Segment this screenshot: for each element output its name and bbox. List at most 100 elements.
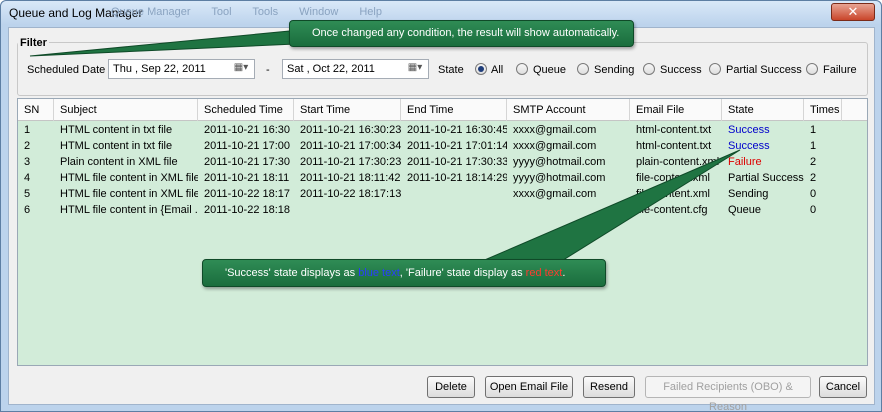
- table-row[interactable]: 4 HTML file content in XML file 2011-10-21…: [18, 171, 867, 187]
- cell-smtp-account: xxxx@gmail.com: [513, 140, 597, 152]
- cell-smtp-account: yyyy@hotmail.com: [513, 172, 606, 184]
- column-header-subject[interactable]: Subject: [54, 99, 198, 121]
- table-row[interactable]: 1 HTML content in txt file 2011-10-21 16:3…: [18, 123, 867, 139]
- cell-subject: HTML content in txt file: [60, 140, 173, 152]
- column-header-email-file[interactable]: Email File: [630, 99, 722, 121]
- ghost-menu-item: Tool: [211, 6, 232, 18]
- ghost-menu-item: Help: [359, 6, 382, 18]
- cell-state: Success: [728, 124, 770, 136]
- resend-button[interactable]: Resend: [583, 376, 635, 398]
- callout-red-text: red text: [525, 267, 563, 279]
- open-email-file-button[interactable]: Open Email File: [485, 376, 573, 398]
- column-header-state[interactable]: State: [722, 99, 804, 121]
- cell-sn: 2: [24, 140, 31, 152]
- cell-subject: Plain content in XML file: [60, 156, 178, 168]
- callout-text-prefix: 'Success' state displays as: [225, 267, 359, 279]
- cell-times: 2: [810, 156, 817, 168]
- cell-start-time: 2011-10-21 17:30:23: [300, 156, 401, 168]
- callout-blue-text: blue text: [358, 267, 400, 279]
- state-option-label: Failure: [823, 64, 857, 76]
- date-separator: -: [266, 64, 270, 76]
- filter-group-label: Filter: [18, 37, 49, 49]
- table-header: SN Subject Scheduled Time Start Time End…: [18, 99, 867, 121]
- cell-times: 1: [810, 140, 817, 152]
- column-header-scheduled-time[interactable]: Scheduled Time: [198, 99, 294, 121]
- ghost-menu-item: Window: [299, 6, 339, 18]
- column-header-end-time[interactable]: End Time: [401, 99, 507, 121]
- ghost-menu-item: Queue Manager: [111, 6, 191, 18]
- cell-sn: 5: [24, 188, 31, 200]
- state-option-label: All: [491, 64, 504, 76]
- cell-subject: HTML file content in {Email ...: [60, 204, 198, 216]
- cell-end-time: 2011-10-21 16:30:45: [407, 124, 507, 136]
- column-header-start-time[interactable]: Start Time: [294, 99, 401, 121]
- cell-times: 2: [810, 172, 817, 184]
- table-row[interactable]: 2 HTML content in txt file 2011-10-21 17:0…: [18, 139, 867, 155]
- cell-state: Queue: [728, 204, 762, 216]
- cell-subject: HTML file content in XML file: [60, 188, 198, 200]
- cell-state: Sending: [728, 188, 769, 200]
- cell-subject: HTML content in txt file: [60, 124, 173, 136]
- state-radio-queue[interactable]: [516, 63, 528, 75]
- column-header-sn[interactable]: SN: [18, 99, 54, 121]
- state-option-label: Success: [660, 64, 702, 76]
- date-to-picker[interactable]: Sat , Oct 22, 2011 ▦▾: [282, 59, 429, 79]
- cell-sn: 3: [24, 156, 31, 168]
- state-label: State: [438, 64, 464, 76]
- queue-log-manager-window: Queue and Log Manager Queue Manager Tool…: [0, 0, 882, 412]
- cancel-button[interactable]: Cancel: [819, 376, 867, 398]
- cell-start-time: 2011-10-21 17:00:34: [300, 140, 401, 152]
- date-from-picker[interactable]: Thu , Sep 22, 2011 ▦▾: [108, 59, 255, 79]
- cell-state: Partial Success: [728, 172, 804, 184]
- client-area: Filter Scheduled Date Thu , Sep 22, 2011…: [8, 27, 875, 412]
- cell-state: Success: [728, 140, 770, 152]
- cell-email-file: file-content.xml: [636, 172, 710, 184]
- cell-subject: HTML file content in XML file: [60, 172, 198, 184]
- cell-email-file: plain-content.xml: [636, 156, 720, 168]
- failed-recipients-button[interactable]: Failed Recipients (OBO) & Reason: [645, 376, 811, 412]
- cell-end-time: 2011-10-21 18:14:29: [407, 172, 507, 184]
- cell-sn: 4: [24, 172, 31, 184]
- queue-log-table[interactable]: SN Subject Scheduled Time Start Time End…: [17, 98, 868, 366]
- cell-start-time: 2011-10-21 18:11:42: [300, 172, 401, 184]
- state-radio-partial-success[interactable]: [709, 63, 721, 75]
- cell-smtp-account: xxxx@gmail.com: [513, 188, 597, 200]
- cell-sn: 6: [24, 204, 31, 216]
- cell-state: Failure: [728, 156, 762, 168]
- calendar-dropdown-icon[interactable]: ▦▾: [230, 62, 252, 76]
- cell-scheduled-time: 2011-10-22 18:17: [204, 188, 291, 200]
- calendar-dropdown-icon[interactable]: ▦▾: [404, 62, 426, 76]
- state-radio-success[interactable]: [643, 63, 655, 75]
- column-header-smtp-account[interactable]: SMTP Account: [507, 99, 630, 121]
- bottom-callout: 'Success' state displays as blue text, '…: [202, 259, 606, 287]
- table-row[interactable]: 3 Plain content in XML file 2011-10-21 17:…: [18, 155, 867, 171]
- state-option-label: Sending: [594, 64, 635, 76]
- cell-smtp-account: xxxx@gmail.com: [513, 124, 597, 136]
- cell-scheduled-time: 2011-10-21 16:30: [204, 124, 291, 136]
- callout-text-middle: , 'Failure' state display as: [399, 267, 526, 279]
- cell-times: 0: [810, 188, 817, 200]
- cell-scheduled-time: 2011-10-21 17:00: [204, 140, 291, 152]
- table-row[interactable]: 6 HTML file content in {Email ... 2011-10-…: [18, 203, 867, 219]
- close-button[interactable]: ✕: [831, 3, 875, 21]
- state-radio-failure[interactable]: [806, 63, 818, 75]
- cell-email-file: file-content.xml: [636, 188, 710, 200]
- cell-email-file: html-content.txt: [636, 124, 712, 136]
- state-radio-sending[interactable]: [577, 63, 589, 75]
- delete-button[interactable]: Delete: [427, 376, 475, 398]
- column-header-times[interactable]: Times: [804, 99, 842, 121]
- cell-start-time: 2011-10-21 16:30:23: [300, 124, 401, 136]
- cell-email-file: html-content.txt: [636, 140, 712, 152]
- top-callout: Once changed any condition, the result w…: [289, 20, 634, 47]
- cell-times: 0: [810, 204, 817, 216]
- date-from-value: Thu , Sep 22, 2011: [113, 63, 206, 75]
- scheduled-date-label: Scheduled Date: [27, 64, 106, 76]
- cell-end-time: 2011-10-21 17:30:33: [407, 156, 507, 168]
- state-option-label: Partial Success: [726, 64, 802, 76]
- state-radio-all[interactable]: [475, 63, 487, 75]
- cell-times: 1: [810, 124, 817, 136]
- top-callout-text: Once changed any condition, the result w…: [312, 27, 620, 39]
- ghost-menu-item: Tools: [252, 6, 279, 18]
- table-row[interactable]: 5 HTML file content in XML file 2011-10-22…: [18, 187, 867, 203]
- cell-end-time: 2011-10-21 17:01:14: [407, 140, 507, 152]
